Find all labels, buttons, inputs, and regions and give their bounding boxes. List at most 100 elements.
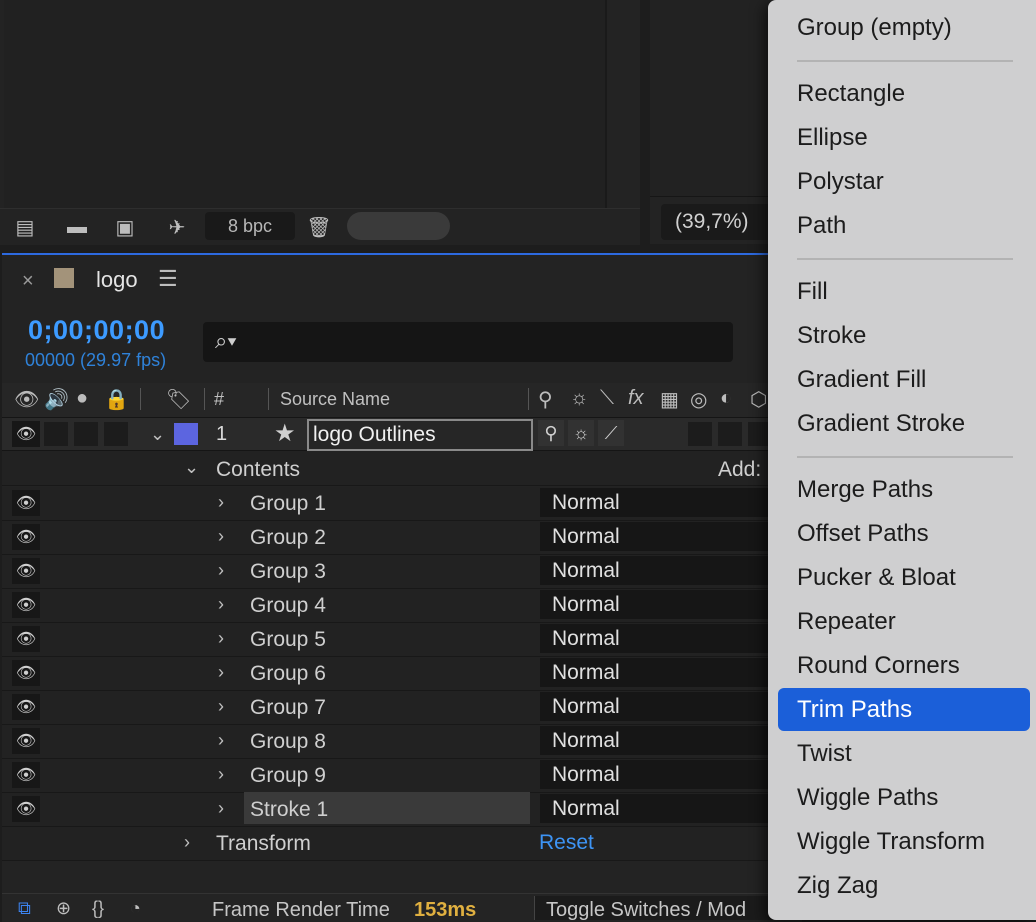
blend-mode-dropdown[interactable]: Normal (540, 556, 800, 585)
chevron-right-icon[interactable]: › (218, 662, 224, 683)
group-name[interactable]: Group 7 (250, 696, 326, 720)
eye-icon[interactable]: 👁 (12, 728, 40, 754)
menu-item-ellipse[interactable]: Ellipse (797, 124, 868, 152)
interpret-footage-icon[interactable]: ▤ (10, 214, 40, 240)
menu-item-gradient-stroke[interactable]: Gradient Stroke (797, 410, 965, 438)
close-tab-icon[interactable]: × (22, 270, 34, 293)
quality-switch-icon[interactable]: ⟋ (598, 420, 624, 446)
blend-mode-dropdown[interactable]: Normal (540, 726, 800, 755)
chevron-right-icon[interactable]: › (218, 492, 224, 513)
menu-item-offset-paths[interactable]: Offset Paths (797, 520, 929, 548)
chevron-right-icon[interactable]: › (218, 730, 224, 751)
chevron-right-icon[interactable]: › (184, 832, 190, 853)
menu-item-trim-paths[interactable]: Trim Paths (797, 696, 912, 724)
expression-icon[interactable]: {} (92, 898, 104, 919)
menu-item-pucker-bloat[interactable]: Pucker & Bloat (797, 564, 956, 592)
shy-switch-icon[interactable]: ⚲ (538, 420, 564, 446)
audio-toggle[interactable] (44, 422, 68, 446)
menu-item-zig-zag[interactable]: Zig Zag (797, 872, 878, 900)
collapse-switch-icon[interactable]: ☼ (568, 420, 594, 446)
reset-link[interactable]: Reset (539, 831, 594, 855)
eye-icon[interactable]: 👁 (12, 524, 40, 550)
contents-row[interactable] (2, 451, 802, 486)
bit-depth-button[interactable]: 8 bpc (205, 212, 295, 240)
timeline-search-input[interactable] (203, 322, 733, 362)
menu-item-polystar[interactable]: Polystar (797, 168, 884, 196)
current-time-display[interactable]: 0;00;00;00 (28, 315, 165, 346)
menu-item-repeater[interactable]: Repeater (797, 608, 896, 636)
transform-row[interactable] (2, 827, 802, 861)
layer-visibility-eye-icon[interactable]: 👁 (12, 421, 40, 447)
panel-menu-icon[interactable]: ☰ (158, 266, 178, 292)
eye-icon[interactable]: 👁 (12, 490, 40, 516)
motion-blur-switch[interactable] (688, 422, 712, 446)
eye-icon[interactable]: 👁 (12, 762, 40, 788)
composition-viewer[interactable] (650, 0, 770, 197)
eye-icon[interactable]: 👁 (12, 558, 40, 584)
menu-item-group-empty[interactable]: Group (empty) (797, 14, 952, 42)
group-name[interactable]: Stroke 1 (250, 798, 328, 822)
group-name[interactable]: Group 8 (250, 730, 326, 754)
lock-icon: 🔒 (104, 389, 129, 411)
project-search-pill[interactable] (347, 212, 450, 240)
blend-mode-dropdown[interactable]: Normal (540, 488, 800, 517)
eye-icon[interactable]: 👁 (12, 694, 40, 720)
chevron-right-icon[interactable]: › (218, 594, 224, 615)
group-name[interactable]: Group 6 (250, 662, 326, 686)
chevron-right-icon[interactable]: › (218, 628, 224, 649)
eye-icon[interactable]: 👁 (12, 592, 40, 618)
menu-item-twist[interactable]: Twist (797, 740, 852, 768)
new-composition-icon[interactable]: ▣ (110, 214, 140, 240)
chevron-right-icon[interactable]: › (218, 526, 224, 547)
eye-icon[interactable]: 👁 (12, 626, 40, 652)
chevron-down-icon[interactable]: ⌄ (150, 424, 165, 445)
trash-icon[interactable]: 🗑 (304, 214, 334, 240)
frame-count-display: 00000 (29.97 fps) (25, 350, 167, 370)
group-name[interactable]: Group 9 (250, 764, 326, 788)
chevron-right-icon[interactable]: › (218, 696, 224, 717)
group-name[interactable]: Group 3 (250, 560, 326, 584)
project-list-area[interactable] (4, 0, 606, 208)
layer-controls-icon[interactable]: ⊕ (56, 898, 71, 919)
menu-item-wiggle-transform[interactable]: Wiggle Transform (797, 828, 985, 856)
solo-toggle[interactable] (74, 422, 98, 446)
menu-item-fill[interactable]: Fill (797, 278, 828, 306)
graph-editor-icon[interactable]: ◔ (130, 898, 141, 919)
zoom-dropdown[interactable]: (39,7%) (661, 204, 771, 240)
menu-item-gradient-fill[interactable]: Gradient Fill (797, 366, 926, 394)
menu-item-rectangle[interactable]: Rectangle (797, 80, 905, 108)
blend-mode-dropdown[interactable]: Normal (540, 658, 800, 687)
group-name[interactable]: Group 4 (250, 594, 326, 618)
layer-label-color[interactable] (174, 423, 198, 445)
chevron-right-icon[interactable]: › (218, 764, 224, 785)
new-folder-icon[interactable]: ▬ (62, 214, 92, 240)
menu-item-wiggle-paths[interactable]: Wiggle Paths (797, 784, 938, 812)
eye-icon[interactable]: 👁 (12, 796, 40, 822)
comp-flowchart-icon[interactable]: ⧉ (18, 898, 31, 919)
menu-item-path[interactable]: Path (797, 212, 846, 240)
add-button[interactable]: Add: (718, 458, 761, 482)
layer-name-field[interactable]: logo Outlines (307, 419, 533, 451)
menu-item-stroke[interactable]: Stroke (797, 322, 866, 350)
chevron-right-icon[interactable]: › (218, 798, 224, 819)
search-icon: ⌕▾ (215, 328, 237, 353)
blend-mode-dropdown[interactable]: Normal (540, 794, 800, 823)
chevron-down-icon[interactable]: ⌄ (184, 457, 199, 478)
lock-toggle[interactable] (104, 422, 128, 446)
blend-mode-dropdown[interactable]: Normal (540, 760, 800, 789)
adjustment-switch[interactable] (718, 422, 742, 446)
chevron-right-icon[interactable]: › (218, 560, 224, 581)
group-name[interactable]: Group 1 (250, 492, 326, 516)
menu-item-round-corners[interactable]: Round Corners (797, 652, 960, 680)
column-source-name[interactable]: Source Name (280, 389, 390, 410)
blend-mode-dropdown[interactable]: Normal (540, 624, 800, 653)
group-name[interactable]: Group 5 (250, 628, 326, 652)
blend-mode-dropdown[interactable]: Normal (540, 692, 800, 721)
blend-mode-dropdown[interactable]: Normal (540, 522, 800, 551)
timeline-tab-title[interactable]: logo (96, 267, 138, 293)
menu-item-merge-paths[interactable]: Merge Paths (797, 476, 933, 504)
group-name[interactable]: Group 2 (250, 526, 326, 550)
eye-icon[interactable]: 👁 (12, 660, 40, 686)
blend-mode-dropdown[interactable]: Normal (540, 590, 800, 619)
render-queue-icon[interactable]: ✈ (162, 214, 192, 240)
